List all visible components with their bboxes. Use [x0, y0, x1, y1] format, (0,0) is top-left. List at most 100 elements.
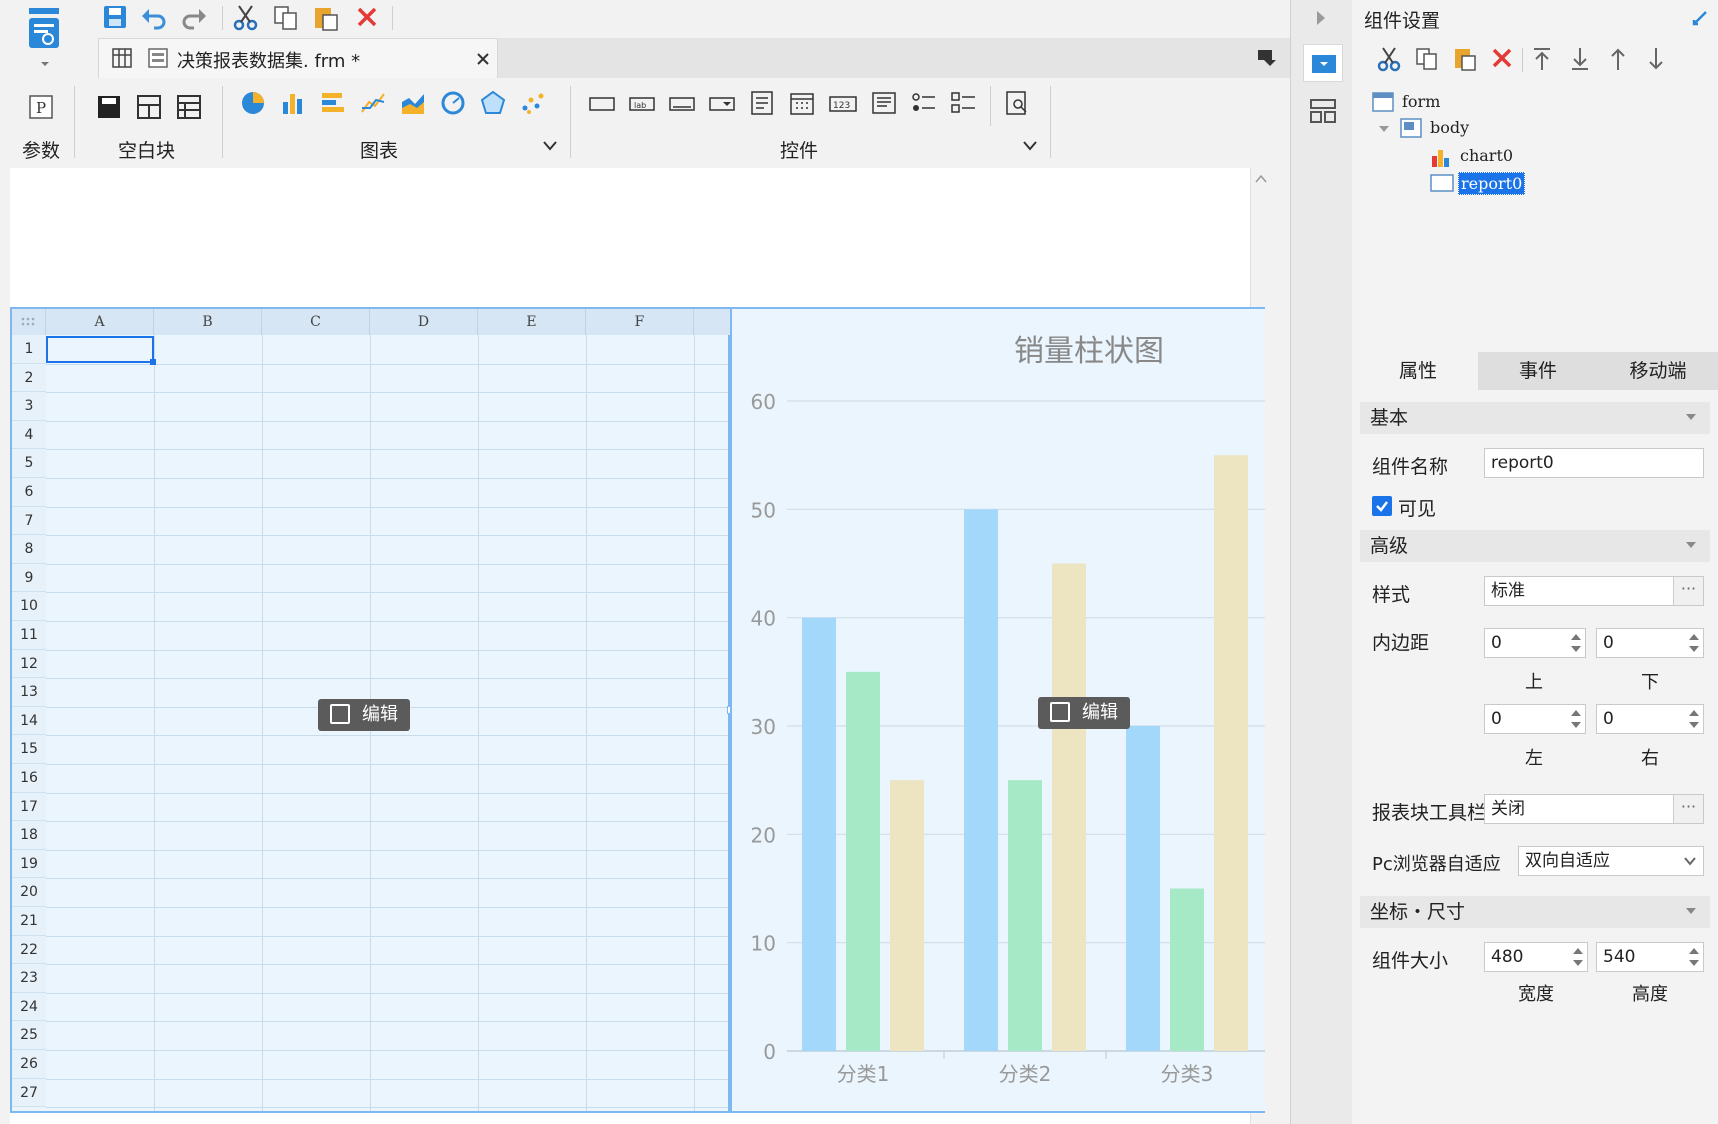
spinner-icon[interactable]	[1685, 705, 1703, 733]
chart-group-expand-icon[interactable]	[542, 140, 558, 152]
row-header[interactable]: 11	[12, 621, 46, 650]
search-widget-icon[interactable]	[1004, 90, 1032, 116]
style-more-button[interactable]: ···	[1673, 577, 1703, 605]
collapse-arrow-icon[interactable]	[1313, 8, 1329, 28]
move-bottom-icon[interactable]	[1568, 46, 1594, 72]
column-header[interactable]: C	[262, 309, 370, 335]
chart-block[interactable]: 销量柱状图 0 10 20 30 40 50 60 分类1 分类2 分类3 编辑	[730, 307, 1265, 1113]
width-input[interactable]: 480	[1484, 942, 1588, 972]
column-header[interactable]: E	[478, 309, 586, 335]
row-header[interactable]: 10	[12, 592, 46, 621]
row-header[interactable]: 19	[12, 849, 46, 879]
tree-expand-icon[interactable]	[1378, 124, 1390, 134]
panel-paste-icon[interactable]	[1452, 46, 1478, 72]
delete-icon[interactable]	[354, 4, 382, 32]
row-header[interactable]: 26	[12, 1050, 46, 1079]
label-widget-icon[interactable]: lab	[628, 92, 656, 116]
row-header[interactable]: 5	[12, 449, 46, 478]
textarea-widget-icon[interactable]	[870, 90, 898, 116]
line-chart-icon[interactable]	[360, 90, 386, 116]
section-coords[interactable]: 坐标・尺寸	[1360, 896, 1710, 928]
report-toolbar-field[interactable]: 关闭 ···	[1484, 794, 1704, 824]
panel-copy-icon[interactable]	[1414, 46, 1440, 72]
height-input[interactable]: 540	[1596, 942, 1704, 972]
undo-icon[interactable]	[140, 4, 168, 32]
tab-menu-icon[interactable]	[1256, 48, 1278, 68]
tab-properties[interactable]: 属性	[1358, 352, 1478, 390]
row-header[interactable]: 22	[12, 935, 46, 965]
absolute-block-icon[interactable]	[176, 94, 202, 120]
fill-handle[interactable]	[150, 359, 156, 365]
edit-report-button[interactable]: 编辑	[318, 699, 410, 731]
horizontal-bar-icon[interactable]	[320, 90, 346, 116]
button-widget-icon[interactable]	[588, 92, 616, 116]
column-header[interactable]: B	[154, 309, 262, 335]
row-header[interactable]: 12	[12, 649, 46, 679]
row-header[interactable]: 27	[12, 1078, 46, 1108]
radar-chart-icon[interactable]	[480, 90, 506, 116]
section-advanced[interactable]: 高级	[1360, 530, 1710, 562]
layout-panel-icon[interactable]	[1309, 98, 1337, 124]
spinner-icon[interactable]	[1685, 943, 1703, 971]
pin-panel-icon[interactable]	[1690, 8, 1710, 28]
section-basic[interactable]: 基本	[1360, 402, 1710, 434]
close-tab-icon[interactable]	[475, 51, 491, 67]
radio-group-widget-icon[interactable]	[910, 90, 938, 116]
move-up-icon[interactable]	[1606, 46, 1632, 72]
row-header[interactable]: 9	[12, 563, 46, 593]
area-chart-icon[interactable]	[400, 90, 426, 116]
spinner-icon[interactable]	[1685, 629, 1703, 657]
padding-left-input[interactable]: 0	[1484, 704, 1586, 734]
combo-box-widget-icon[interactable]	[708, 92, 736, 116]
document-tab[interactable]: 决策报表数据集. frm *	[98, 38, 498, 78]
padding-top-input[interactable]: 0	[1484, 628, 1586, 658]
tab-block-icon[interactable]	[136, 94, 162, 120]
row-header[interactable]: 18	[12, 821, 46, 850]
paste-icon[interactable]	[312, 4, 340, 32]
row-header[interactable]: 21	[12, 907, 46, 936]
report-toolbar-more-button[interactable]: ···	[1673, 795, 1703, 823]
component-name-field[interactable]: report0	[1484, 448, 1704, 478]
move-top-icon[interactable]	[1530, 46, 1556, 72]
row-header[interactable]: 14	[12, 706, 46, 736]
row-header[interactable]: 20	[12, 878, 46, 907]
tree-node-form[interactable]: form	[1402, 92, 1440, 111]
save-icon[interactable]	[102, 4, 130, 32]
number-widget-icon[interactable]: 123	[828, 92, 858, 116]
row-header[interactable]: 15	[12, 735, 46, 764]
text-field-widget-icon[interactable]	[668, 92, 696, 116]
copy-icon[interactable]	[272, 4, 300, 32]
parameter-icon[interactable]: P	[28, 94, 54, 120]
app-logo-icon[interactable]	[26, 6, 66, 66]
selected-cell-A1[interactable]	[46, 336, 154, 363]
date-widget-icon[interactable]	[788, 90, 816, 116]
move-down-icon[interactable]	[1644, 46, 1670, 72]
panel-cut-icon[interactable]	[1376, 46, 1402, 72]
spinner-icon[interactable]	[1569, 943, 1587, 971]
sheet-corner[interactable]	[12, 309, 46, 335]
row-header[interactable]: 4	[12, 420, 46, 450]
tab-events[interactable]: 事件	[1478, 352, 1598, 390]
row-header[interactable]: 7	[12, 506, 46, 536]
row-header[interactable]: 3	[12, 392, 46, 421]
column-header[interactable]: D	[370, 309, 478, 335]
blank-block-icon[interactable]	[96, 94, 122, 120]
padding-right-input[interactable]: 0	[1596, 704, 1704, 734]
drag-handle-icon[interactable]	[20, 316, 38, 328]
column-header[interactable]: F	[586, 309, 694, 335]
pc-adapt-select[interactable]: 双向自适应	[1518, 846, 1704, 876]
tree-widget-icon[interactable]	[748, 90, 776, 116]
column-header[interactable]: A	[46, 309, 154, 335]
style-field[interactable]: 标准 ···	[1484, 576, 1704, 606]
row-header[interactable]: 25	[12, 1021, 46, 1050]
pie-chart-icon[interactable]	[240, 90, 266, 116]
row-header[interactable]: 2	[12, 363, 46, 393]
row-header[interactable]: 16	[12, 764, 46, 793]
component-settings-toggle[interactable]	[1303, 44, 1343, 82]
checkbox-group-widget-icon[interactable]	[950, 90, 978, 116]
report-block[interactable]: ABCDEF 1 2 3 4 5 6 7 8 9 10 11 12 13 14 15 16 17 18 19 20 21…	[10, 307, 803, 1113]
scatter-chart-icon[interactable]	[520, 90, 546, 116]
row-header[interactable]: 17	[12, 792, 46, 822]
row-header[interactable]: 13	[12, 678, 46, 707]
redo-icon[interactable]	[180, 4, 208, 32]
